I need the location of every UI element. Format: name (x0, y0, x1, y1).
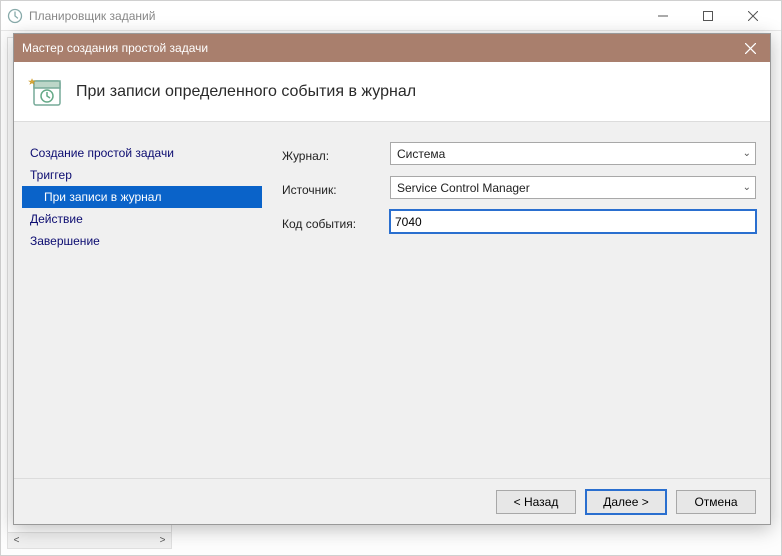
source-select[interactable]: Service Control Manager ⌄ (390, 176, 756, 199)
source-label: Источник: (282, 183, 382, 197)
scroll-right-icon[interactable]: > (154, 535, 171, 546)
step-action[interactable]: Действие (22, 208, 262, 230)
chevron-down-icon: ⌄ (743, 182, 751, 193)
wizard-titlebar: Мастер создания простой задачи (14, 34, 770, 62)
window-controls (640, 1, 775, 31)
maximize-button[interactable] (685, 1, 730, 31)
next-button[interactable]: Далее > (586, 490, 666, 514)
cancel-button[interactable]: Отмена (676, 490, 756, 514)
event-id-label: Код события: (282, 217, 382, 231)
outer-window-title: Планировщик заданий (29, 9, 640, 23)
event-form: Журнал: Система ⌄ Источник: Service Cont… (282, 142, 756, 468)
wizard-dialog: Мастер создания простой задачи При запис… (13, 33, 771, 525)
wizard-body: Создание простой задачи Триггер При запи… (14, 122, 770, 478)
back-button[interactable]: < Назад (496, 490, 576, 514)
wizard-footer: < Назад Далее > Отмена (14, 478, 770, 524)
background-scrollbar[interactable]: < > (7, 532, 172, 549)
wizard-header: При записи определенного события в журна… (14, 62, 770, 122)
step-finish[interactable]: Завершение (22, 230, 262, 252)
wizard-title: Мастер создания простой задачи (22, 41, 730, 55)
source-select-value: Service Control Manager (397, 181, 530, 195)
log-select-value: Система (397, 147, 445, 161)
step-create-task[interactable]: Создание простой задачи (22, 142, 262, 164)
scroll-left-icon[interactable]: < (8, 535, 25, 546)
step-on-log-event[interactable]: При записи в журнал (22, 186, 262, 208)
log-label: Журнал: (282, 149, 382, 163)
close-button[interactable] (730, 1, 775, 31)
wizard-heading: При записи определенного события в журна… (76, 83, 416, 101)
chevron-down-icon: ⌄ (743, 148, 751, 159)
clock-icon (7, 8, 23, 24)
event-id-input[interactable] (390, 210, 756, 233)
step-trigger[interactable]: Триггер (22, 164, 262, 186)
calendar-star-icon (28, 77, 62, 107)
minimize-button[interactable] (640, 1, 685, 31)
log-select[interactable]: Система ⌄ (390, 142, 756, 165)
wizard-close-button[interactable] (730, 34, 770, 62)
wizard-steps: Создание простой задачи Триггер При запи… (22, 142, 262, 468)
outer-titlebar: Планировщик заданий (1, 1, 781, 31)
